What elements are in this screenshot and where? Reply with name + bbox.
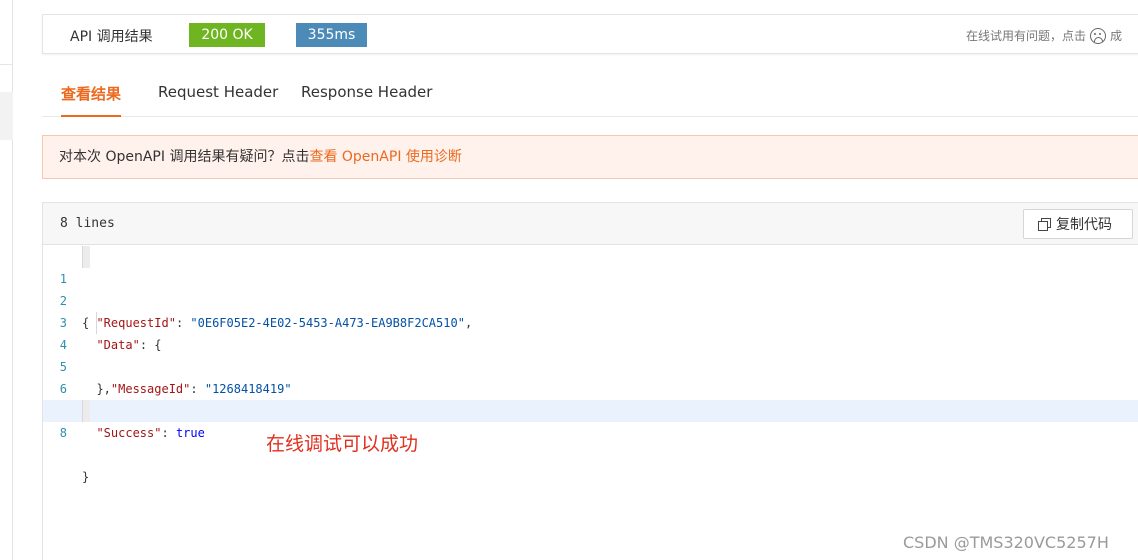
help-text: 在线试用有问题，点击 bbox=[966, 29, 1087, 43]
code-line-2: 2 "RequestId": "0E6F05E2-4E02-5453-A473-… bbox=[43, 268, 1138, 330]
json-key: "Success" bbox=[96, 426, 162, 440]
tab-request-header[interactable]: Request Header bbox=[158, 83, 278, 117]
bracket-match-marker bbox=[82, 400, 90, 422]
code-body[interactable]: 1 { 2 "RequestId": "0E6F05E2-4E02-5453-A… bbox=[43, 246, 1138, 484]
result-title: API 调用结果 bbox=[70, 29, 153, 45]
left-sidebar-edge bbox=[0, 0, 13, 560]
copy-icon bbox=[1038, 218, 1051, 231]
code-line-3: 3 "Data": { bbox=[43, 290, 1138, 352]
code-line-7: 7 "Success": true bbox=[43, 378, 1138, 440]
bracket-match-marker bbox=[82, 246, 90, 268]
notice-text: 对本次 OpenAPI 调用结果有疑问？点击 bbox=[59, 149, 310, 165]
code-line-1: 1 { bbox=[43, 246, 1138, 330]
code-text: "Success": true bbox=[96, 426, 205, 440]
code-line-8: 8 } bbox=[43, 400, 1138, 484]
json-value: true bbox=[175, 426, 205, 440]
code-line-5: 5 }, bbox=[43, 334, 1138, 396]
status-badge: 200 OK bbox=[189, 23, 265, 47]
indent-guide bbox=[96, 312, 97, 334]
sidebar-divider bbox=[0, 64, 13, 65]
sidebar-selected-item[interactable] bbox=[0, 92, 13, 140]
watermark: CSDN @TMS320VC5257H bbox=[903, 533, 1109, 552]
diagnosis-link[interactable]: 查看 OpenAPI 使用诊断 bbox=[309, 149, 461, 165]
api-result-bar: API 调用结果 200 OK 355ms 在线试用有问题，点击 成 bbox=[42, 14, 1138, 54]
tab-response-header[interactable]: Response Header bbox=[301, 83, 432, 117]
copy-code-label: 复制代码 bbox=[1056, 216, 1112, 232]
tab-view-result[interactable]: 查看结果 bbox=[61, 83, 122, 117]
help-feedback[interactable]: 在线试用有问题，点击 成 bbox=[966, 27, 1122, 44]
sad-face-icon[interactable] bbox=[1090, 28, 1107, 44]
help-trailing-text: 成 bbox=[1110, 29, 1123, 43]
line-number: 8 bbox=[59, 426, 67, 440]
code-line-4: 4 "MessageId": "1268418419" bbox=[43, 312, 1138, 396]
line-count: 8 lines bbox=[60, 216, 115, 231]
code-line-6: 6 "Code": "", bbox=[43, 356, 1138, 418]
latency-badge: 355ms bbox=[296, 23, 367, 47]
result-tabs: 查看结果 Request Header Response Header bbox=[42, 70, 1138, 117]
diagnosis-notice: 对本次 OpenAPI 调用结果有疑问？点击查看 OpenAPI 使用诊断 bbox=[42, 135, 1138, 179]
code-viewer: 8 lines 复制代码 1 { 2 "RequestId": "0E6F05E… bbox=[42, 202, 1138, 560]
code-header: 8 lines 复制代码 bbox=[43, 203, 1138, 245]
copy-code-button[interactable]: 复制代码 bbox=[1023, 209, 1133, 239]
success-annotation: 在线调试可以成功 bbox=[266, 433, 419, 455]
code-text: } bbox=[82, 470, 90, 484]
